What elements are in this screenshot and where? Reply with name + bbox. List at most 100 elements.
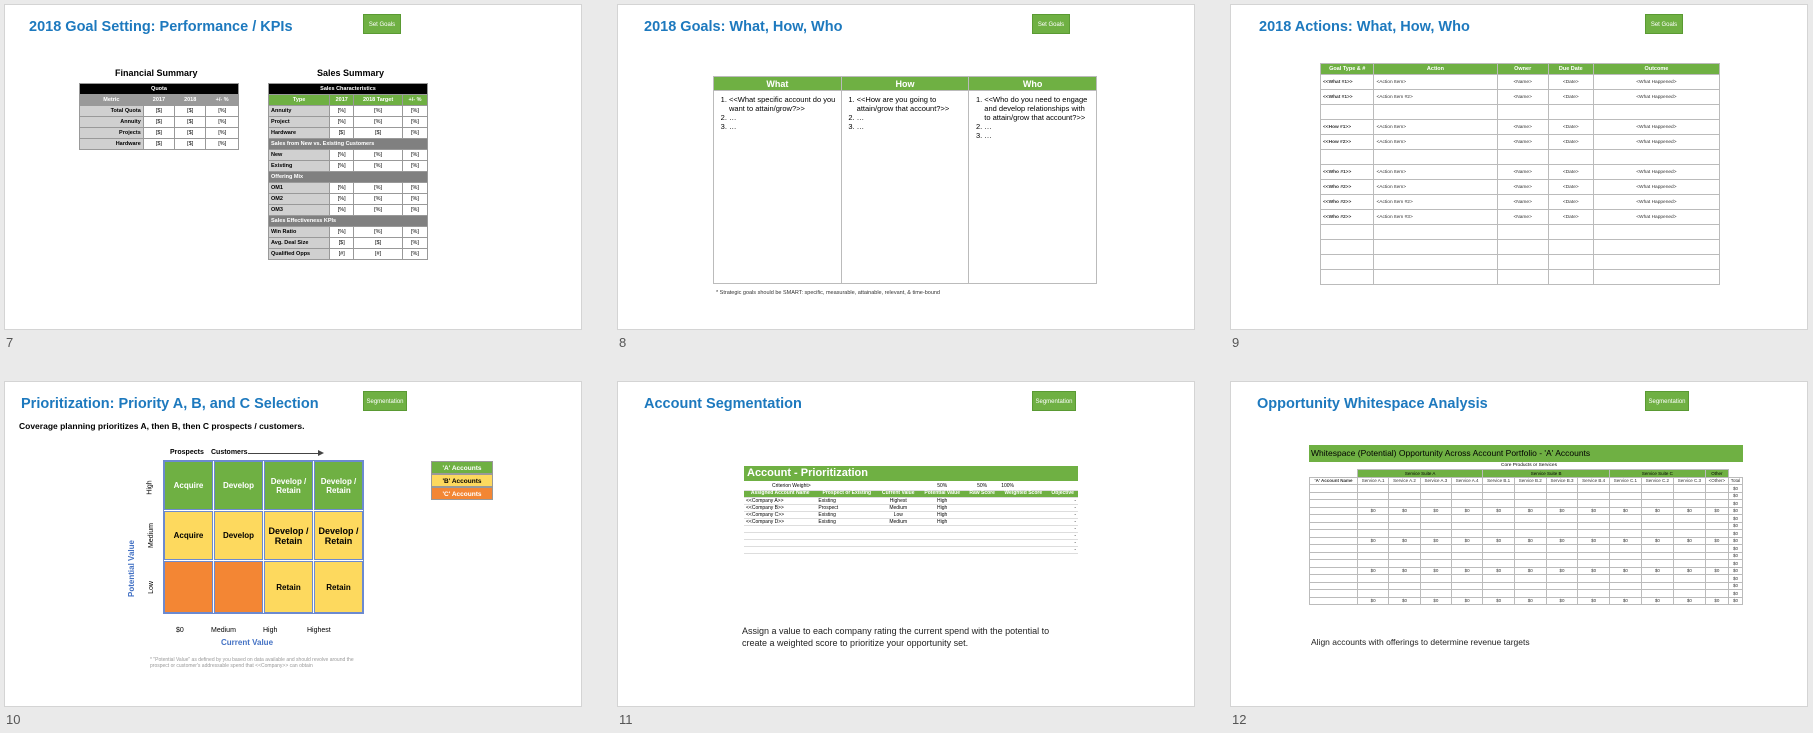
table-cell: High: [919, 511, 966, 519]
matrix-cell: Develop / Retain: [264, 461, 313, 510]
account-name-cell: [1309, 551, 1358, 560]
table-cell: [1547, 104, 1594, 120]
table-cell: $0: [1513, 566, 1547, 575]
table-cell: [1545, 551, 1579, 560]
table-cell: $0: [1545, 536, 1579, 545]
table-cell: [1577, 574, 1610, 583]
table-cell: [1577, 499, 1610, 508]
service-header: Total: [1727, 476, 1744, 485]
table-cell: [1356, 544, 1390, 553]
table-cell: [1577, 559, 1610, 568]
column-header: Raw Score: [965, 490, 1000, 498]
list-item: …: [857, 122, 966, 131]
table-cell: [%]: [401, 160, 429, 172]
table-cell: [%]: [401, 105, 429, 117]
table-cell: <Name>: [1496, 209, 1549, 225]
table-cell: $0: [1577, 566, 1610, 575]
table-cell: $0: [1577, 596, 1610, 605]
table-cell: [1704, 484, 1729, 493]
table-cell: [999, 539, 1048, 547]
matrix-cell: [164, 561, 213, 613]
weight-value: 100%: [999, 483, 1048, 491]
service-header: Service C.3: [1672, 476, 1706, 485]
table-cell: $0: [1450, 506, 1484, 515]
slide-8[interactable]: 2018 Goals: What, How, Who Set Goals Wha…: [617, 4, 1195, 330]
column-header: Type: [267, 94, 331, 106]
slide-11[interactable]: Account Segmentation Segmentation Accoun…: [617, 381, 1195, 707]
table-row: $0: [1309, 514, 1744, 523]
table-cell: [1608, 491, 1642, 500]
table-cell: Existing: [267, 160, 331, 172]
set-goals-button[interactable]: Set Goals: [1645, 14, 1683, 34]
table-cell: [1672, 544, 1706, 553]
table-cell: -: [1047, 504, 1078, 512]
table-cell: [965, 511, 1000, 519]
table-cell: [999, 504, 1048, 512]
table-row: New [%] [%] [%]: [267, 149, 429, 161]
table-cell: [744, 546, 817, 554]
table-cell: [965, 525, 1000, 533]
table-row: Annuity [%] [%] [%]: [267, 105, 429, 117]
table-cell: [1672, 514, 1706, 523]
table-cell: [1577, 529, 1610, 538]
table-cell: Low: [877, 511, 920, 519]
table-cell: Projects: [79, 127, 144, 139]
x-tick: $0: [176, 627, 184, 634]
service-header: Service C.2: [1640, 476, 1674, 485]
table-cell: [1373, 254, 1498, 270]
prioritization-header: Account - Prioritization: [744, 466, 1078, 481]
what-cell[interactable]: <<What specific account do you want to a…: [713, 90, 842, 284]
slide-12[interactable]: Opportunity Whitespace Analysis Segmenta…: [1230, 381, 1808, 707]
segmentation-button[interactable]: Segmentation: [1032, 391, 1076, 411]
table-cell: $0: [1577, 536, 1610, 545]
table-cell: [1373, 104, 1498, 120]
legend-c-accounts: 'C' Accounts: [431, 487, 493, 500]
table-cell: [919, 532, 966, 540]
segmentation-button[interactable]: Segmentation: [1645, 391, 1689, 411]
table-row: Hardware [$] [$] [%]: [267, 127, 429, 139]
table-cell: Highest: [877, 497, 920, 505]
set-goals-button[interactable]: Set Goals: [363, 14, 401, 34]
table-cell: [1640, 559, 1674, 568]
table-cell: [1704, 529, 1729, 538]
x-axis-label: Current Value: [221, 638, 274, 647]
slide-10[interactable]: Prioritization: Priority A, B, and C Sel…: [4, 381, 582, 707]
table-row: OM2 [%] [%] [%]: [267, 193, 429, 205]
table-header: Sales Characteristics: [268, 83, 428, 95]
table-cell: $0: [1704, 506, 1729, 515]
segmentation-button[interactable]: Segmentation: [363, 391, 407, 411]
table-row: <<How #2>> <Action Item> <Name> <Date> <What…: [1319, 134, 1721, 150]
table-cell: [%]: [353, 204, 403, 216]
table-cell: $0: [1545, 506, 1579, 515]
table-row: Avg. Deal Size [$] [$] [%]: [267, 237, 429, 249]
subtitle: Coverage planning prioritizes A, then B,…: [19, 421, 305, 431]
who-cell[interactable]: <<Who do you need to engage and develop …: [968, 90, 1097, 284]
table-cell: High: [919, 504, 966, 512]
table-cell: $0: [1704, 536, 1729, 545]
suite-header: Service Suite C: [1608, 469, 1706, 478]
table-cell: [1704, 559, 1729, 568]
how-cell[interactable]: <<How are you going to attain/grow that …: [840, 90, 970, 284]
set-goals-button[interactable]: Set Goals: [1032, 14, 1070, 34]
table-cell: [1482, 559, 1515, 568]
slide-7[interactable]: 2018 Goal Setting: Performance / KPIs Se…: [4, 4, 582, 330]
list-item: <<Who do you need to engage and develop …: [984, 95, 1093, 122]
table-row: $0: [1309, 499, 1744, 508]
table-cell: [1640, 514, 1674, 523]
table-cell: [1592, 269, 1721, 285]
table-cell: [1482, 521, 1515, 530]
table-cell: $0: [1727, 491, 1744, 500]
table-cell: [%]: [401, 193, 429, 205]
list-item: …: [857, 113, 966, 122]
table-cell: [816, 546, 878, 554]
table-cell: [744, 532, 817, 540]
table-cell: [1356, 589, 1390, 598]
account-name-cell: [1309, 499, 1358, 508]
description-text: Assign a value to each company rating th…: [742, 626, 1050, 649]
column-header: Prospect or Existing: [816, 490, 878, 498]
table-cell: [1482, 484, 1515, 493]
table-row: $0: [1309, 484, 1744, 493]
slide-9[interactable]: 2018 Actions: What, How, Who Set Goals G…: [1230, 4, 1808, 330]
list-item: <<How are you going to attain/grow that …: [857, 95, 966, 113]
table-cell: [1450, 589, 1484, 598]
